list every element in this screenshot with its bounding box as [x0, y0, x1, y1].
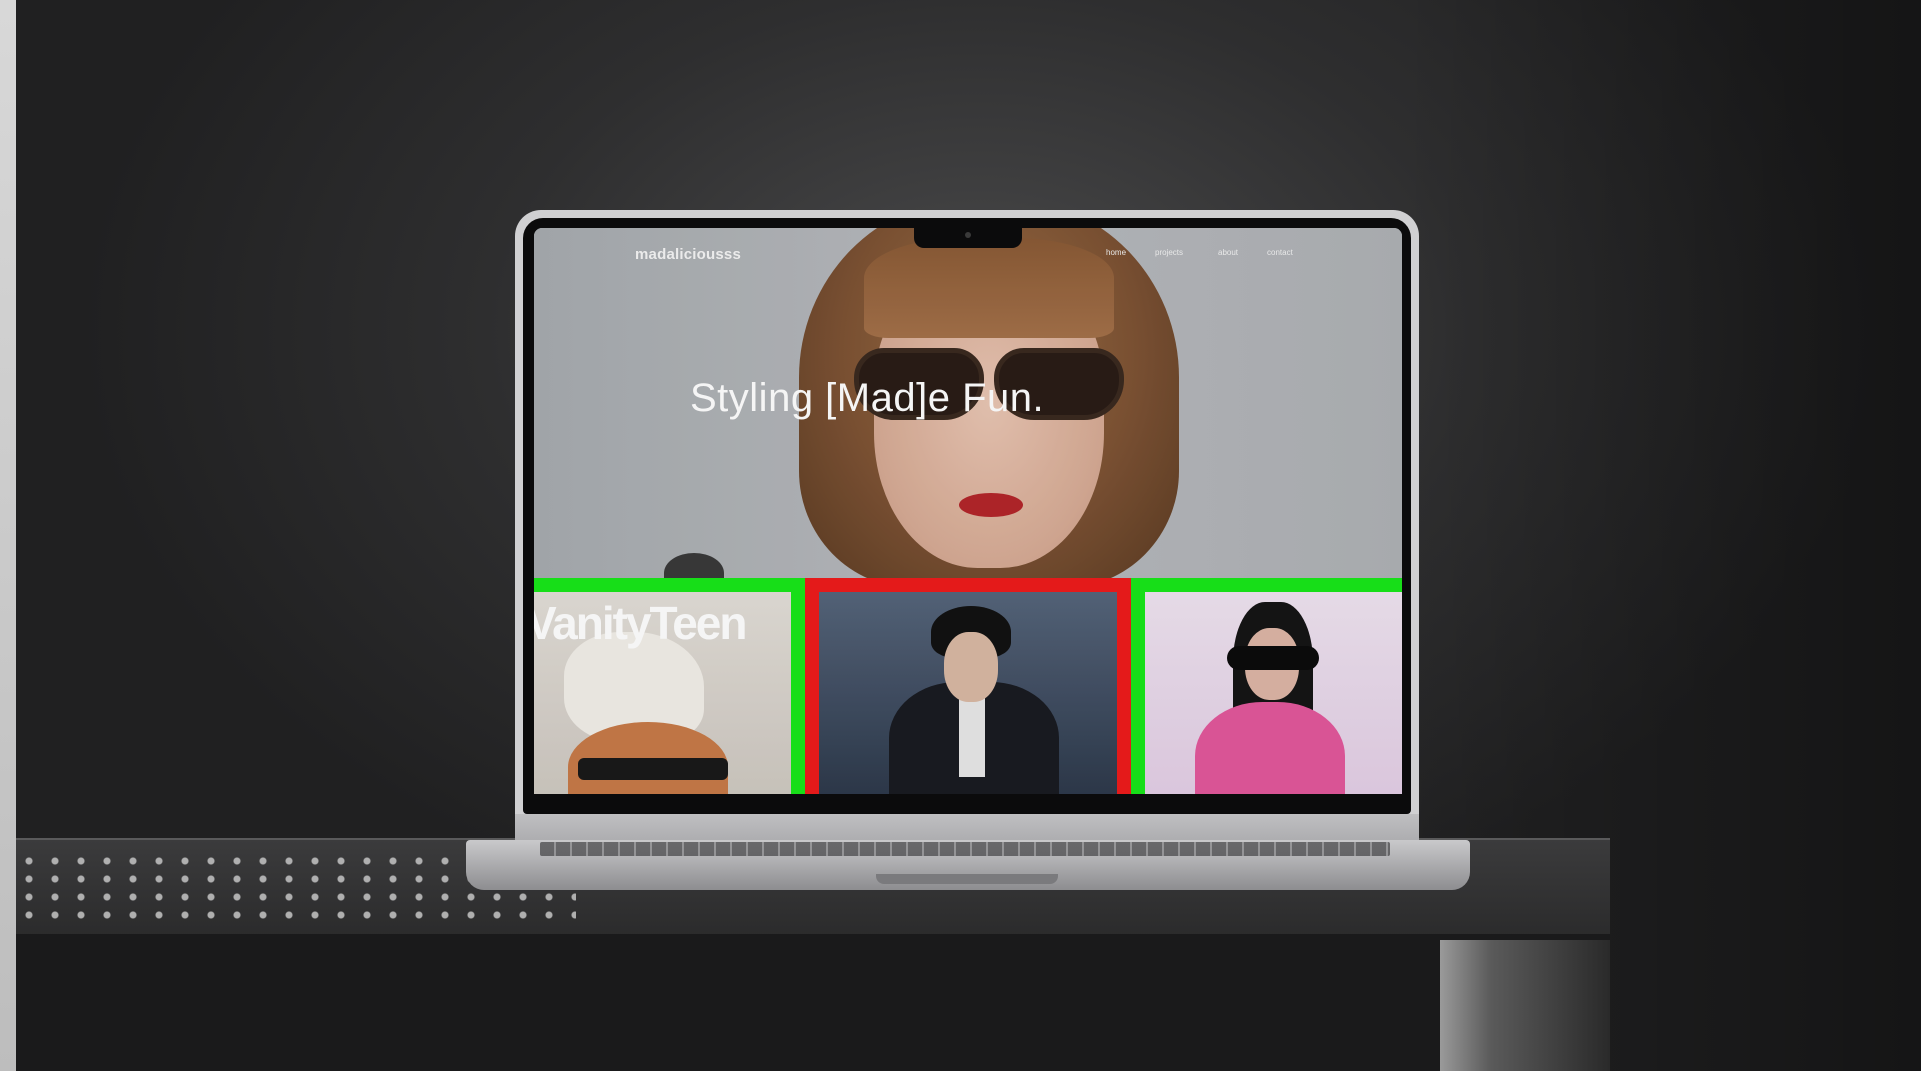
table-leg — [1440, 940, 1610, 1071]
site-logo[interactable]: madaliciousss — [635, 246, 741, 263]
nav-about[interactable]: about — [1218, 248, 1238, 257]
tile-model-pink-top — [1195, 702, 1345, 794]
hero-model-bangs — [864, 238, 1114, 338]
tile-model-sunglasses — [578, 758, 728, 780]
project-tiles: VanityTeen — [534, 578, 1402, 794]
magazine-title: VanityTeen — [534, 597, 747, 649]
nav-contact[interactable]: contact — [1267, 248, 1293, 257]
project-tile-vanityteen[interactable]: VanityTeen — [534, 578, 805, 794]
nav-home[interactable]: home — [1106, 248, 1126, 257]
tile-model-sunglasses — [1227, 646, 1319, 670]
nav-projects[interactable]: projects — [1155, 248, 1183, 257]
table-front — [16, 934, 1610, 1071]
hero-section: madaliciousss home projects about contac… — [534, 228, 1402, 593]
tile-model-face — [944, 632, 998, 702]
hero-headline: Styling [Mad]e Fun. — [690, 376, 1045, 420]
tile-model-shirt — [959, 697, 985, 777]
laptop-screen: madaliciousss home projects about contac… — [534, 228, 1402, 794]
left-edge-strip — [0, 0, 16, 1071]
laptop-thumb-groove — [876, 874, 1058, 884]
laptop-keyboard — [540, 842, 1390, 856]
photo-scene: madaliciousss home projects about contac… — [0, 0, 1921, 1071]
webcam-icon — [965, 232, 971, 238]
project-tile-pink[interactable] — [1131, 578, 1402, 794]
hero-model-lips — [959, 493, 1023, 517]
project-tile-suit[interactable] — [805, 578, 1131, 794]
